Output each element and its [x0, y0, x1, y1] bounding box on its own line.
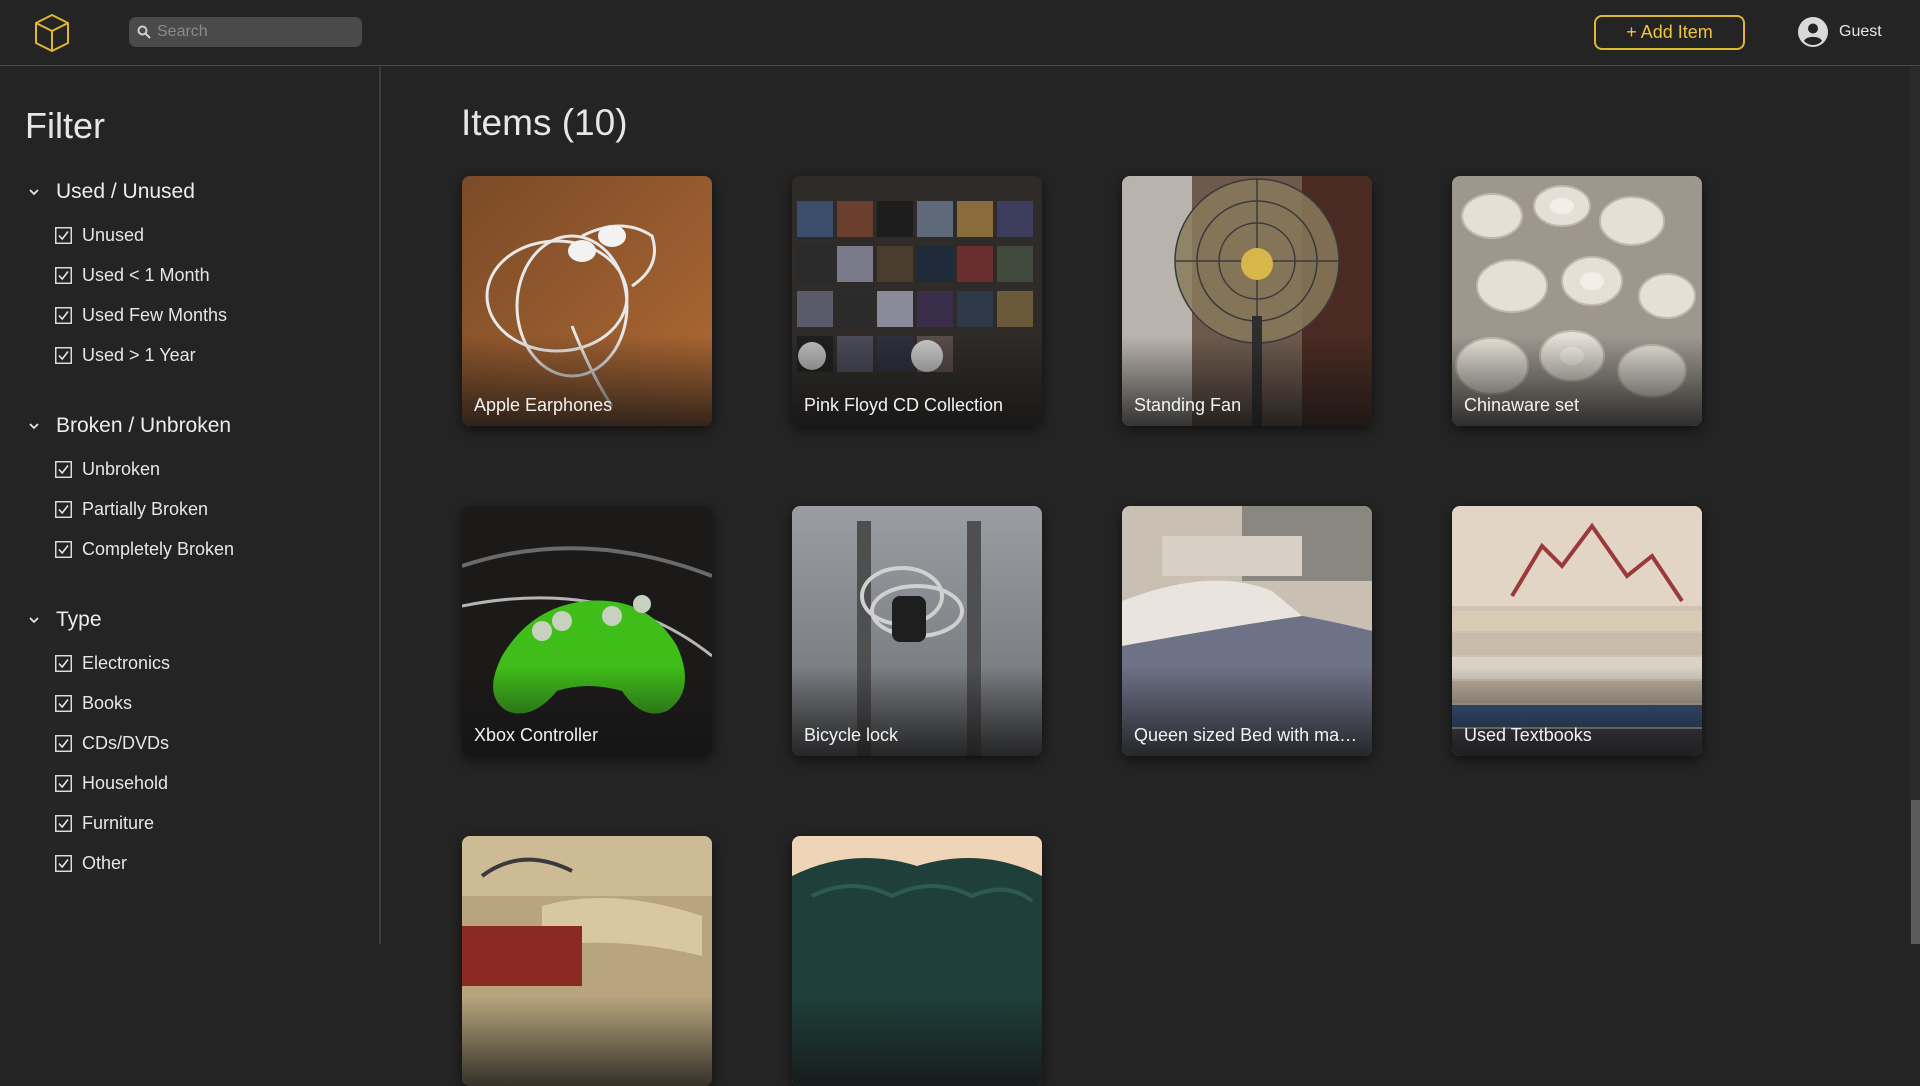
filter-group-label: Broken / Unbroken — [56, 414, 232, 437]
filter-option-label: Completely Broken — [82, 538, 235, 559]
item-card[interactable]: Queen sized Bed with matt... — [1122, 506, 1372, 756]
item-title: Pink Floyd CD Collection — [804, 395, 1004, 415]
item-title: Queen sized Bed with matt... — [1134, 725, 1362, 745]
filter-option-electronics[interactable]: Electronics — [55, 650, 170, 676]
filter-option-label: Used Few Months — [82, 304, 228, 325]
item-card[interactable] — [462, 836, 712, 1086]
card-gradient — [792, 996, 1042, 1086]
user-name: Guest — [1839, 23, 1882, 40]
item-card[interactable]: Bicycle lock — [792, 506, 1042, 756]
item-card[interactable]: Xbox Controller — [462, 506, 712, 756]
item-card[interactable] — [792, 836, 1042, 1086]
chevron-down-icon — [29, 617, 39, 624]
filter-option-furniture[interactable]: Furniture — [55, 810, 154, 836]
filter-option-label: Unbroken — [82, 458, 161, 479]
item-title: Standing Fan — [1134, 395, 1242, 415]
filter-option-books[interactable]: Books — [55, 690, 132, 716]
checkbox-checked-icon[interactable] — [55, 226, 72, 244]
filter-option-completely-broken[interactable]: Completely Broken — [55, 536, 234, 562]
filter-option-label: Household — [82, 772, 169, 793]
filter-option-label: Unused — [82, 224, 145, 245]
checkbox-checked-icon[interactable] — [55, 774, 72, 792]
item-title: Xbox Controller — [474, 725, 599, 745]
filter-option-used-few-months[interactable]: Used Few Months — [55, 302, 227, 328]
item-title: Bicycle lock — [804, 725, 899, 745]
checkbox-checked-icon[interactable] — [55, 734, 72, 752]
item-title: Used Textbooks — [1464, 725, 1592, 745]
filter-option-label: Partially Broken — [82, 498, 209, 519]
items-heading: Items (10) — [461, 102, 628, 143]
filter-option-cds-dvds[interactable]: CDs/DVDs — [55, 730, 169, 756]
item-title: Apple Earphones — [474, 395, 613, 415]
checkbox-checked-icon[interactable] — [55, 306, 72, 324]
item-card[interactable]: Used Textbooks — [1452, 506, 1702, 756]
filter-group-broken-unbroken[interactable]: Broken / Unbroken — [28, 411, 231, 441]
filter-group-type[interactable]: Type — [28, 605, 102, 635]
filter-option-label: Used > 1 Year — [82, 344, 196, 365]
add-item-button[interactable]: + Add Item — [1594, 15, 1745, 50]
filter-sidebar: Filter Used / Unused Unused Used < 1 Mon… — [0, 67, 381, 944]
filter-option-label: Furniture — [82, 812, 155, 833]
filter-option-used-lt-1-month[interactable]: Used < 1 Month — [55, 262, 210, 288]
item-card[interactable]: Apple Earphones — [462, 176, 712, 426]
checkbox-checked-icon[interactable] — [55, 540, 72, 558]
checkbox-checked-icon[interactable] — [55, 500, 72, 518]
card-gradient — [462, 996, 712, 1086]
filter-group-label: Type — [56, 608, 102, 631]
filter-option-other[interactable]: Other — [55, 850, 127, 876]
filter-title: Filter — [25, 105, 105, 146]
filter-option-unbroken[interactable]: Unbroken — [55, 456, 160, 482]
search-box[interactable] — [129, 17, 362, 47]
filter-option-label: Books — [82, 692, 133, 713]
search-icon — [137, 25, 151, 39]
filter-option-household[interactable]: Household — [55, 770, 168, 796]
filter-option-label: Other — [82, 852, 128, 873]
item-card[interactable]: Standing Fan — [1122, 176, 1372, 426]
checkbox-checked-icon[interactable] — [55, 854, 72, 872]
checkbox-checked-icon[interactable] — [55, 654, 72, 672]
search-input[interactable] — [157, 17, 357, 47]
checkbox-checked-icon[interactable] — [55, 694, 72, 712]
checkbox-checked-icon[interactable] — [55, 266, 72, 284]
filter-option-label: Electronics — [82, 652, 171, 673]
top-bar: + Add Item Guest — [0, 0, 1920, 66]
checkbox-checked-icon[interactable] — [55, 346, 72, 364]
item-card[interactable]: Pink Floyd CD Collection — [792, 176, 1042, 426]
filter-option-unused[interactable]: Unused — [55, 222, 144, 248]
checkbox-checked-icon[interactable] — [55, 814, 72, 832]
user-menu[interactable]: Guest — [1798, 17, 1882, 47]
filter-option-label: Used < 1 Month — [82, 264, 210, 285]
user-avatar-icon — [1798, 17, 1828, 47]
item-title: Chinaware set — [1464, 395, 1580, 415]
item-card[interactable]: Chinaware set — [1452, 176, 1702, 426]
filter-option-used-gt-1-year[interactable]: Used > 1 Year — [55, 342, 196, 368]
filter-group-label: Used / Unused — [56, 180, 195, 203]
cube-icon[interactable] — [32, 12, 72, 54]
checkbox-checked-icon[interactable] — [55, 460, 72, 478]
scrollbar-thumb[interactable] — [1911, 800, 1920, 944]
filter-option-label: CDs/DVDs — [82, 732, 170, 753]
filter-option-partially-broken[interactable]: Partially Broken — [55, 496, 208, 522]
filter-group-used-unused[interactable]: Used / Unused — [28, 177, 195, 207]
chevron-down-icon — [29, 423, 39, 430]
chevron-down-icon — [29, 189, 39, 196]
